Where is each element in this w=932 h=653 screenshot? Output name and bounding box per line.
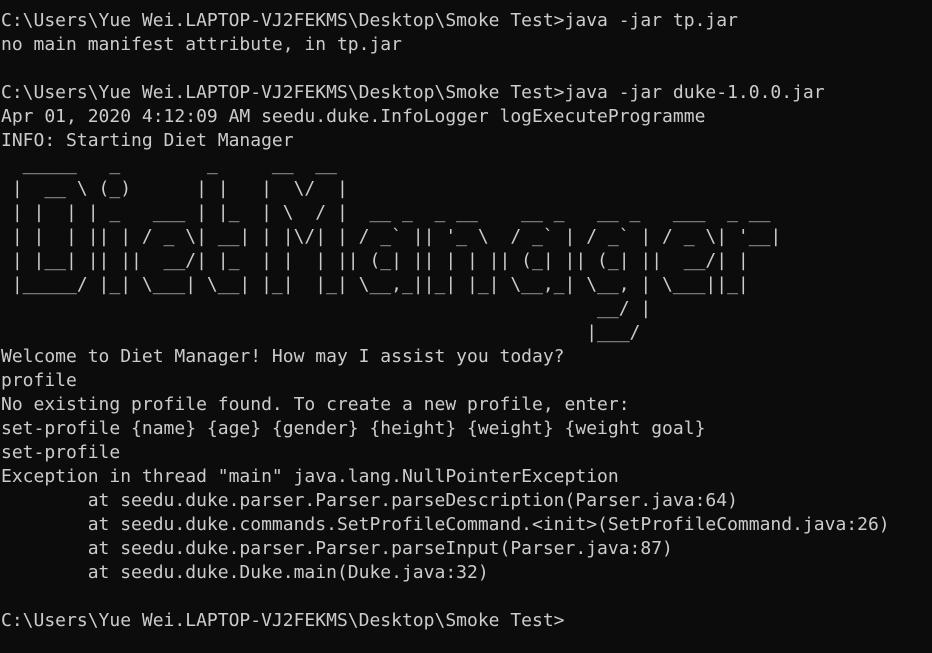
ascii-art-line: | |__| || || __/| |_ | | | || (_| || | |… <box>1 250 749 271</box>
output-line: C:\Users\Yue Wei.LAPTOP-VJ2FEKMS\Desktop… <box>1 82 825 103</box>
output-line: profile <box>1 370 77 391</box>
output-line: Apr 01, 2020 4:12:09 AM seedu.duke.InfoL… <box>1 106 706 127</box>
terminal-window[interactable]: C:\Users\Yue Wei.LAPTOP-VJ2FEKMS\Desktop… <box>0 0 932 653</box>
output-line: INFO: Starting Diet Manager <box>1 130 294 151</box>
stack-trace-line: at seedu.duke.parser.Parser.parseInput(P… <box>1 538 673 559</box>
output-line: set-profile {name} {age} {gender} {heigh… <box>1 418 706 439</box>
command-prompt[interactable]: C:\Users\Yue Wei.LAPTOP-VJ2FEKMS\Desktop… <box>0 609 932 633</box>
output-line: set-profile <box>1 442 121 463</box>
ascii-art-line: | | | || | / _ \| __| | |\/| | / _` || '… <box>1 226 782 247</box>
output-line: C:\Users\Yue Wei.LAPTOP-VJ2FEKMS\Desktop… <box>1 10 738 31</box>
ascii-art-line: | | | | _ ___ | |_ | \ / | __ _ _ __ __ … <box>1 202 771 223</box>
ascii-art-line: _____ _ _ __ __ <box>1 154 337 175</box>
stack-trace-line: at seedu.duke.parser.Parser.parseDescrip… <box>1 490 738 511</box>
ascii-art-line: |___/ <box>1 322 641 343</box>
output-line: No existing profile found. To create a n… <box>1 394 630 415</box>
stack-trace-line: at seedu.duke.Duke.main(Duke.java:32) <box>1 562 489 583</box>
output-line: Welcome to Diet Manager! How may I assis… <box>1 346 565 367</box>
terminal-output: C:\Users\Yue Wei.LAPTOP-VJ2FEKMS\Desktop… <box>0 9 932 609</box>
output-line: no main manifest attribute, in tp.jar <box>1 34 402 55</box>
ascii-art-line: __/ | <box>1 298 652 319</box>
output-line: Exception in thread "main" java.lang.Nul… <box>1 466 619 487</box>
ascii-art-line: |_____/ |_| \___| \__| |_| |_| \__,_||_|… <box>1 274 749 295</box>
ascii-art-line: | __ \ (_) | | | \/ | <box>1 178 348 199</box>
stack-trace-line: at seedu.duke.commands.SetProfileCommand… <box>1 514 890 535</box>
